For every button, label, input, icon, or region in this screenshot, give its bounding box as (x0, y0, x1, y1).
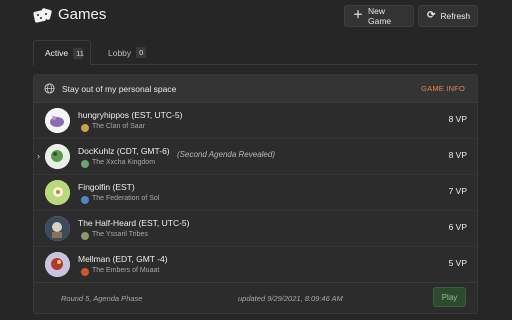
game-card-header: Stay out of my personal space GAME INFO (34, 75, 477, 103)
plus-icon: ＋ (353, 10, 363, 21)
faction-icon (81, 232, 89, 240)
victory-points: 8 VP (448, 150, 467, 160)
avatar (45, 252, 70, 277)
game-card: Stay out of my personal space GAME INFO … (33, 74, 478, 314)
victory-points: 5 VP (448, 258, 467, 268)
player-name: Mellman (EDT, GMT -4) (78, 254, 168, 264)
faction-icon (81, 196, 89, 204)
page-title: Games (58, 6, 107, 23)
faction-name: The Xxcha Kingdom (92, 159, 156, 166)
refresh-icon: ⟳ (427, 10, 436, 21)
faction-name: The Federation of Sol (92, 195, 160, 202)
faction-icon (81, 160, 89, 168)
updated-timestamp: updated 9/29/2021, 8:09:46 AM (238, 294, 343, 303)
faction-name: The Embers of Muaat (92, 267, 160, 274)
faction-name: The Yssaril Tribes (92, 231, 148, 238)
avatar (45, 180, 70, 205)
count-badge: 0 (136, 47, 147, 58)
player-row[interactable]: hungryhippos (EST, UTC-5) The Clan of Sa… (34, 103, 477, 139)
victory-points: 7 VP (448, 186, 467, 196)
player-row[interactable]: Fingolfin (EST) The Federation of Sol 7 … (34, 175, 477, 211)
game-card-footer: Round 5, Agenda Phase updated 9/29/2021,… (34, 282, 477, 313)
refresh-button[interactable]: ⟳ Refresh (418, 5, 478, 27)
player-row[interactable]: DocKuhlz (CDT, GMT-6) The Xxcha Kingdom … (34, 139, 477, 175)
avatar (45, 108, 70, 133)
play-button[interactable]: Play (433, 287, 466, 307)
tab-label: Lobby (108, 47, 132, 58)
chevron-right-icon: › (37, 151, 40, 161)
count-badge: 11 (73, 47, 84, 59)
globe-icon (44, 83, 55, 94)
faction-icon (81, 268, 89, 276)
player-name: DocKuhlz (CDT, GMT-6) (78, 146, 170, 156)
app-header: Games ＋ New Game ⟳ Refresh (0, 0, 512, 32)
player-row[interactable]: The Half-Heard (EST, UTC-5) The Yssaril … (34, 211, 477, 247)
dice-icon (33, 8, 52, 23)
tab-lobby[interactable]: Lobby 0 (97, 40, 157, 65)
player-row[interactable]: Mellman (EDT, GMT -4) The Embers of Muaa… (34, 247, 477, 283)
victory-points: 8 VP (448, 114, 467, 124)
game-name: Stay out of my personal space (62, 84, 177, 94)
victory-points: 6 VP (448, 222, 467, 232)
player-name: The Half-Heard (EST, UTC-5) (78, 218, 190, 228)
new-game-label: New Game (368, 6, 392, 26)
game-info-link[interactable]: GAME INFO (421, 84, 465, 93)
player-name: hungryhippos (EST, UTC-5) (78, 110, 183, 120)
player-note: (Second Agenda Revealed) (177, 150, 275, 159)
avatar (45, 144, 70, 169)
game-tabs: Active 11 Lobby 0 (33, 40, 478, 66)
faction-icon (81, 124, 89, 132)
tab-active[interactable]: Active 11 (33, 40, 91, 66)
refresh-label: Refresh (440, 11, 471, 21)
tab-label: Active (45, 48, 69, 58)
avatar (45, 216, 70, 241)
new-game-button[interactable]: ＋ New Game (344, 5, 414, 27)
faction-name: The Clan of Saar (92, 123, 145, 130)
round-status: Round 5, Agenda Phase (61, 294, 143, 303)
player-name: Fingolfin (EST) (78, 182, 135, 192)
